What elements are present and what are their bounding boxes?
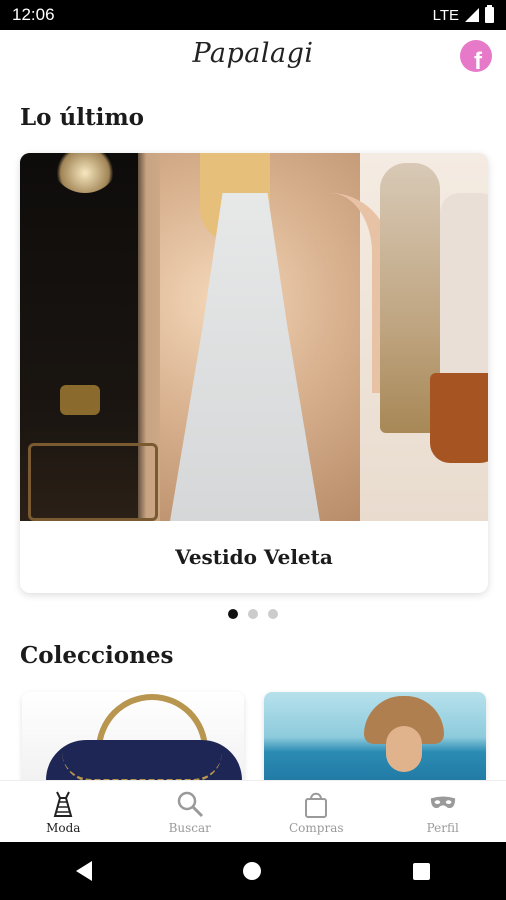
nav-label: Moda [46, 820, 81, 835]
shopping-bag-icon [302, 789, 330, 819]
collection-card-bags[interactable] [22, 692, 244, 792]
carousel-dot[interactable] [248, 609, 258, 619]
nav-item-compras[interactable]: Compras [253, 781, 380, 842]
dress-icon [49, 789, 77, 819]
network-label: LTE [432, 6, 459, 24]
android-nav-bar [0, 842, 506, 900]
latest-section-title: Lo último [20, 104, 145, 131]
bag-stitch [62, 752, 222, 782]
collection-card-beach[interactable] [264, 692, 486, 792]
nav-item-moda[interactable]: Moda [0, 781, 127, 842]
bottom-nav: Moda Buscar Compras Perfil [0, 780, 506, 842]
carousel-dot[interactable] [268, 609, 278, 619]
image-table [28, 443, 158, 521]
status-bar: 12:06 LTE [0, 0, 506, 30]
nav-label: Compras [288, 820, 344, 835]
carousel-card[interactable]: Vestido Veleta [20, 153, 488, 593]
signal-icon [465, 8, 479, 22]
battery-icon [485, 5, 494, 23]
home-icon[interactable] [243, 862, 262, 880]
nav-item-buscar[interactable]: Buscar [127, 781, 254, 842]
product-caption: Vestido Veleta [175, 545, 333, 569]
back-icon[interactable] [75, 861, 92, 881]
facebook-icon[interactable]: f [460, 40, 492, 72]
search-icon [176, 789, 204, 819]
recents-icon[interactable] [413, 862, 431, 880]
app-header: Papalagi f [0, 30, 506, 86]
carousel-dots [0, 609, 506, 619]
mask-icon [429, 789, 457, 819]
image-model-arm [300, 193, 390, 393]
image-fur-coat [440, 193, 488, 393]
carousel-dot[interactable] [228, 609, 238, 619]
nav-label: Perfil [426, 820, 459, 835]
collections-section-title: Colecciones [20, 642, 174, 669]
status-icons: LTE [432, 5, 494, 24]
image-phone [60, 385, 100, 415]
nav-label: Buscar [168, 820, 211, 835]
brand-logo: Papalagi [192, 38, 314, 69]
status-time: 12:06 [12, 5, 55, 24]
image-skirt [430, 373, 488, 463]
product-image [20, 153, 488, 521]
nav-item-perfil[interactable]: Perfil [380, 781, 506, 842]
image-face [386, 726, 422, 772]
